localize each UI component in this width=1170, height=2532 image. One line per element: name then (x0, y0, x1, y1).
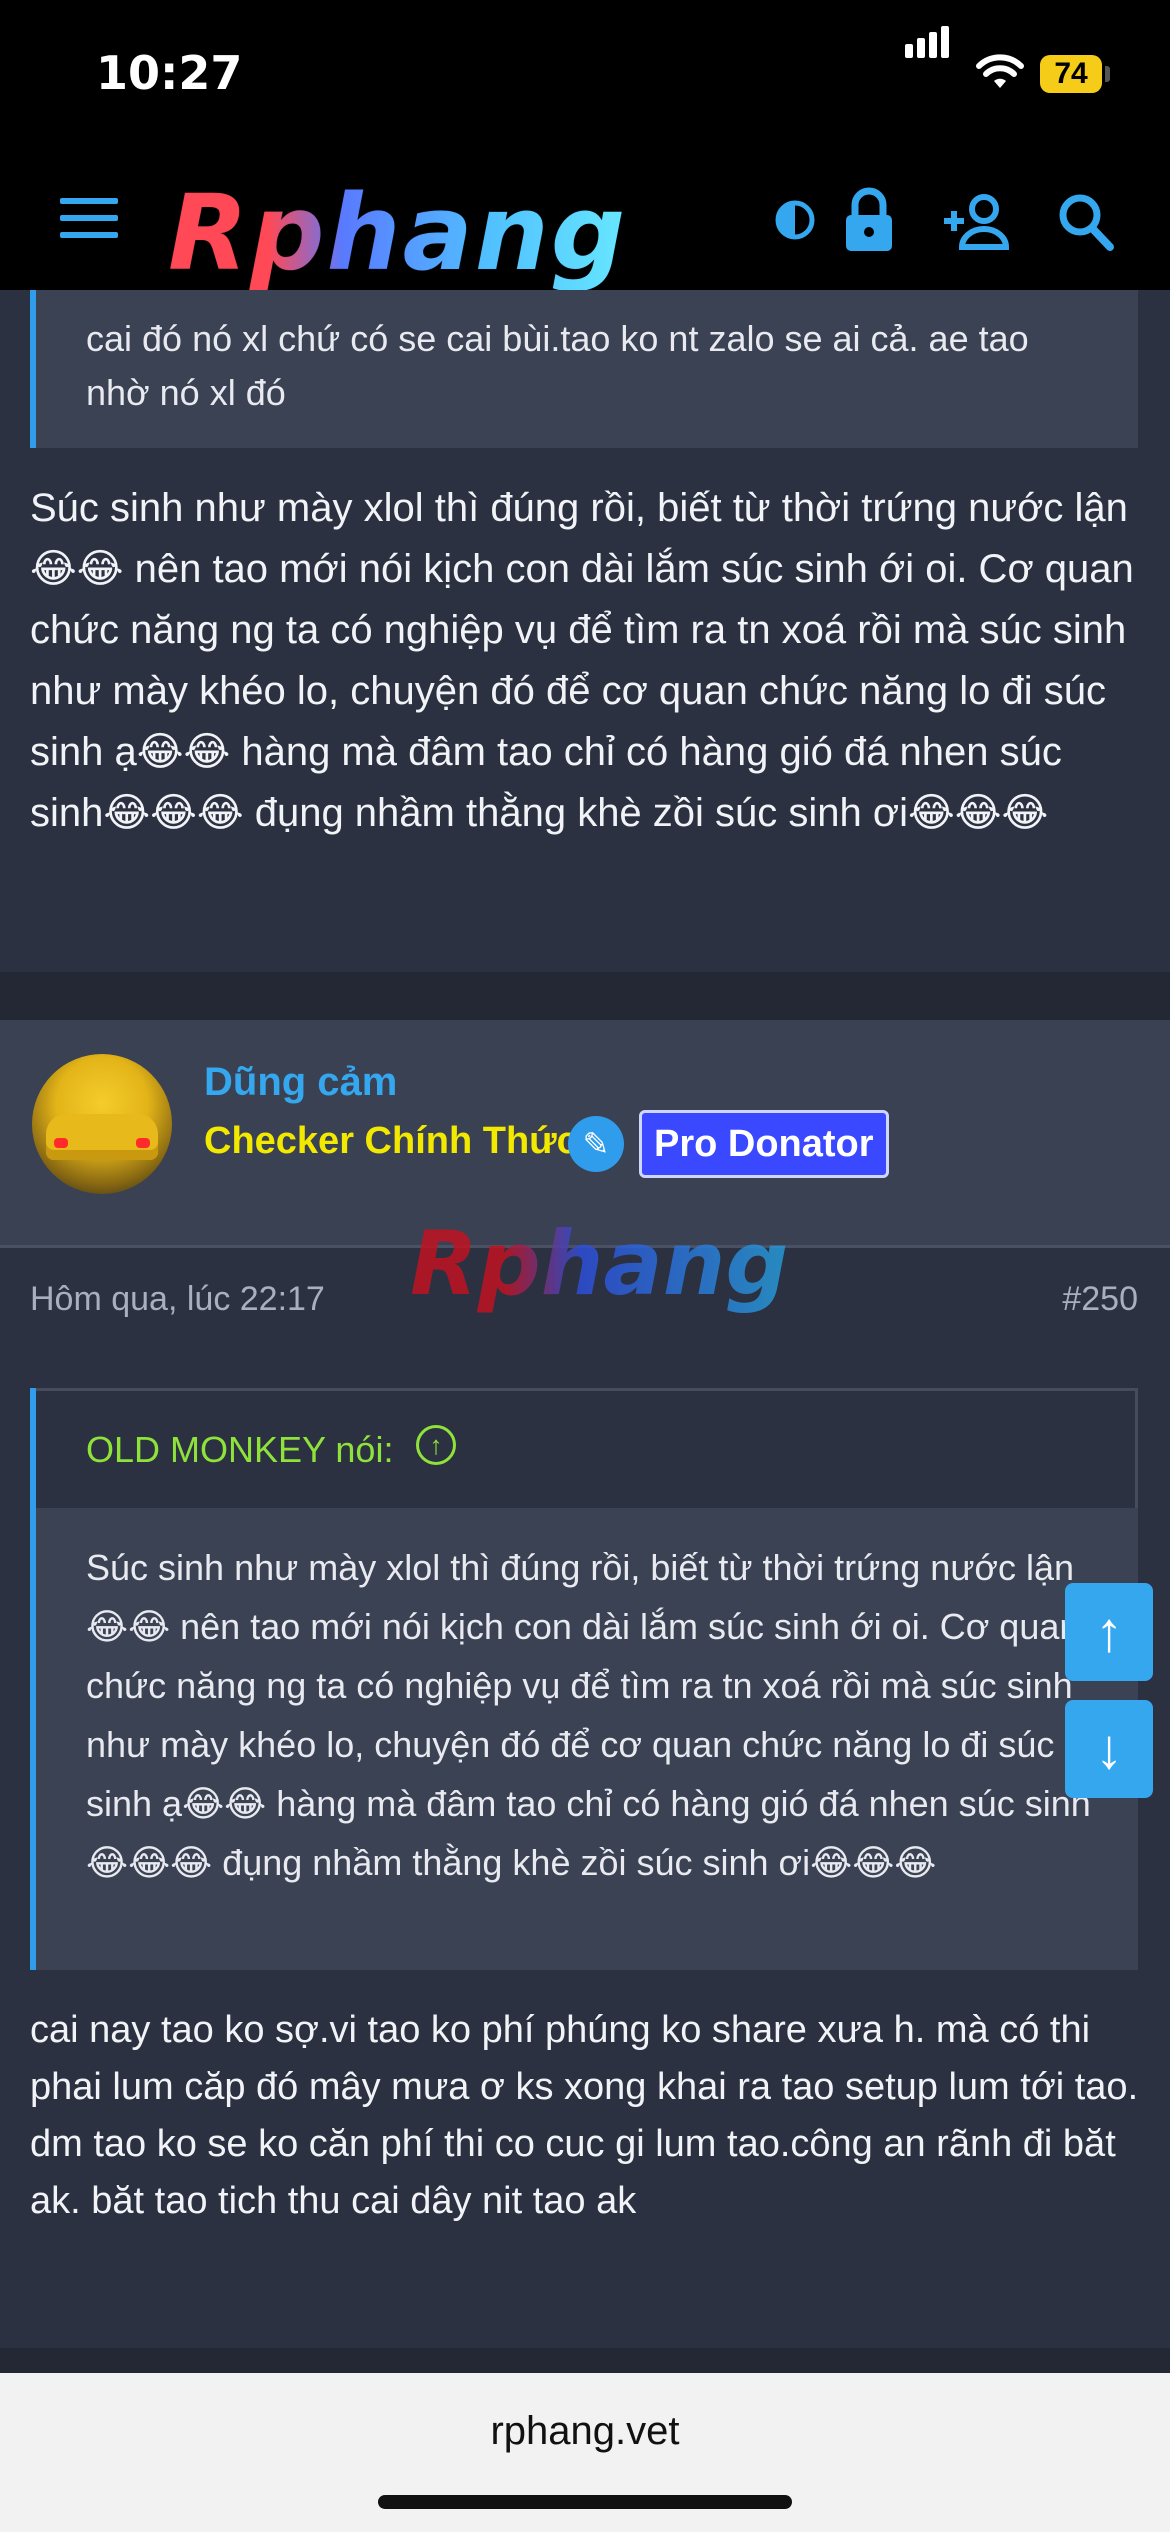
post-separator (0, 2348, 1170, 2373)
status-time: 10:27 (96, 46, 243, 100)
add-user-icon[interactable] (940, 185, 1012, 257)
post-separator (0, 972, 1170, 1020)
battery-tip (1105, 66, 1110, 82)
wifi-icon (976, 54, 1024, 88)
site-header: Rphang (0, 150, 1170, 294)
post-number[interactable]: #250 (1062, 1280, 1138, 1319)
post-body: Súc sinh như mày xlol thì đúng rồi, biết… (30, 486, 1134, 835)
quote-block-tail: cai đó nó xl chứ có se cai bùi.tao ko nt… (30, 290, 1138, 448)
home-indicator[interactable] (378, 2495, 792, 2509)
user-title: Checker Chính Thức (204, 1120, 578, 1162)
pro-donator-badge: Pro Donator (639, 1110, 889, 1178)
verified-checker-icon: ✎ (568, 1116, 624, 1172)
post-body: cai nay tao ko sợ.vi tao ko phí phúng ko… (30, 2009, 1139, 2222)
username-link[interactable]: Dũng cảm (204, 1060, 397, 1105)
browser-address-bar[interactable]: rphang.vet (0, 2373, 1170, 2532)
scroll-up-button[interactable]: ↑ (1065, 1583, 1153, 1681)
quote-block: OLD MONKEY nói: ↑ Súc sinh như mày xlol … (30, 1388, 1138, 1970)
scroll-down-button[interactable]: ↓ (1065, 1700, 1153, 1798)
avatar[interactable] (32, 1054, 172, 1194)
search-icon[interactable] (1054, 185, 1118, 257)
url-text[interactable]: rphang.vet (0, 2409, 1170, 2454)
post-timestamp[interactable]: Hôm qua, lúc 22:17 (30, 1280, 325, 1319)
site-logo[interactable]: Rphang (168, 172, 627, 294)
battery-indicator: 74 (1040, 55, 1102, 93)
quote-author[interactable]: OLD MONKEY nói: (86, 1429, 393, 1471)
status-bar: 10:27 74 (0, 0, 1170, 150)
quote-header[interactable]: OLD MONKEY nói: ↑ (36, 1388, 1138, 1508)
watermark-logo: Rphang (410, 1212, 789, 1315)
contrast-icon[interactable] (772, 185, 818, 255)
lock-icon[interactable] (842, 185, 896, 257)
quote-text: cai đó nó xl chứ có se cai bùi.tao ko nt… (86, 318, 1029, 413)
quote-text: Súc sinh như mày xlol thì đúng rồi, biết… (86, 1547, 1091, 1883)
jump-to-quote-icon[interactable]: ↑ (416, 1425, 456, 1465)
menu-icon[interactable] (60, 198, 118, 249)
